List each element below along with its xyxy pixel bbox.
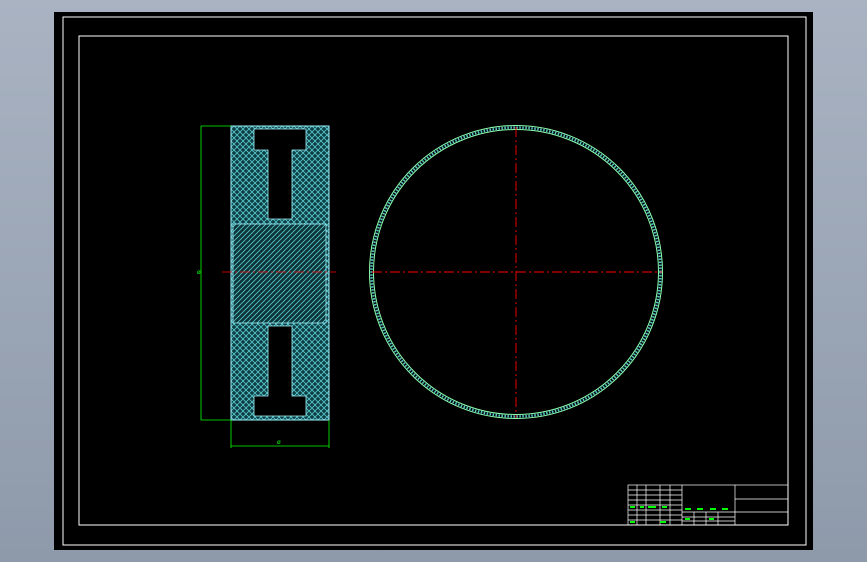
height-dimension-label: ø — [197, 269, 201, 276]
section-view — [230, 125, 330, 421]
width-dimension-label: ø — [277, 439, 281, 446]
section-hub-hatch — [232, 223, 327, 324]
cad-viewport[interactable]: ø ø — [0, 0, 867, 562]
drawing-sheet — [54, 12, 813, 550]
